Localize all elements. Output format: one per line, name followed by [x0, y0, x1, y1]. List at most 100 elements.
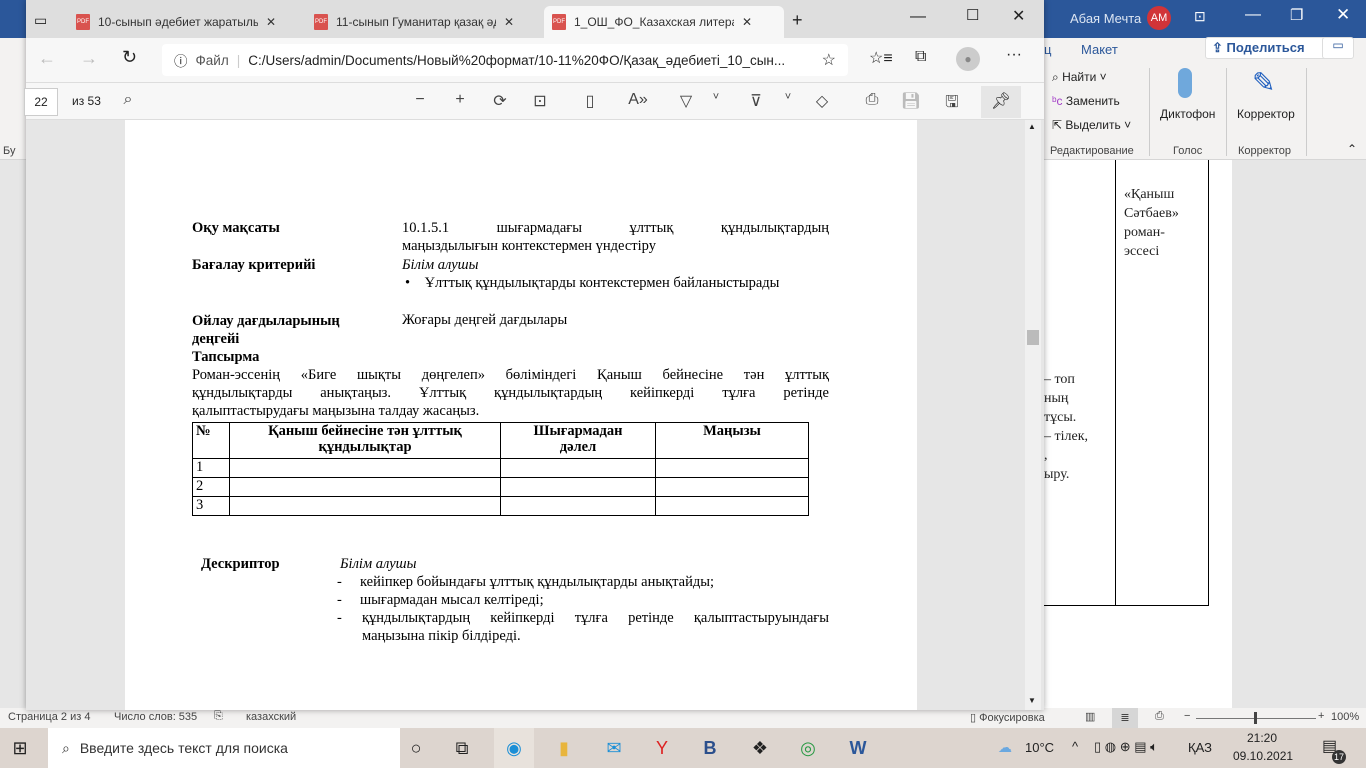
close-tab-icon[interactable]: ✕	[266, 15, 276, 29]
weather-temp[interactable]: 10°C	[1025, 740, 1054, 755]
cortana-icon[interactable]: ○	[396, 728, 436, 768]
close-tab-icon[interactable]: ✕	[504, 15, 514, 29]
favorites-icon[interactable]: ☆≡	[869, 48, 893, 68]
taskbar: ⊞ ⌕ Введите здесь текст для поиска ○ ⧉ ◉ …	[0, 728, 1366, 768]
tab-actions-icon[interactable]: ▭	[34, 12, 47, 29]
zoom-in-icon[interactable]: +	[448, 91, 472, 109]
restore-button[interactable]: ❐	[1290, 6, 1303, 24]
scrollbar-thumb[interactable]	[1027, 330, 1039, 345]
page-count[interactable]: Страница 2 из 4	[8, 711, 90, 723]
more-menu-icon[interactable]: ···	[1006, 46, 1022, 64]
language[interactable]: казахский	[246, 711, 296, 723]
draw-dropdown-icon[interactable]: ˅	[704, 91, 728, 103]
goal-line-1: 10.1.5.1 шығармадағы ұлттық құндылықтард…	[402, 220, 829, 236]
close-button[interactable]: ✕	[1336, 5, 1350, 25]
zoom-in[interactable]: +	[1318, 710, 1324, 722]
scroll-down-arrow[interactable]: ▼	[1028, 696, 1036, 705]
vertical-scrollbar[interactable]: ▲ ▼	[1025, 120, 1041, 710]
ribbon-display-icon[interactable]: ⊡	[1194, 8, 1206, 25]
scroll-up-arrow[interactable]: ▲	[1028, 122, 1036, 131]
zoom-level[interactable]: 100%	[1331, 711, 1359, 723]
clock-date[interactable]: 09.10.2021	[1233, 749, 1293, 763]
page-number-input[interactable]: 22	[24, 88, 58, 116]
yandex-icon[interactable]: Y	[642, 728, 682, 768]
pdf-page: Оқу мақсаты 10.1.5.1 шығармадағы ұлттық …	[125, 120, 917, 710]
input-language[interactable]: ҚАЗ	[1188, 740, 1212, 755]
close-tab-icon[interactable]: ✕	[742, 15, 752, 29]
refresh-button[interactable]: ↻	[122, 47, 137, 68]
save-icon[interactable]: 💾︎	[899, 91, 923, 111]
draw-icon[interactable]: ▽	[674, 91, 698, 111]
tab-partial[interactable]: ц	[1044, 42, 1051, 57]
word-count[interactable]: Число слов: 535	[114, 711, 197, 723]
profile-avatar[interactable]: ●	[956, 47, 980, 71]
collections-icon[interactable]: ⧉	[915, 48, 926, 66]
weather-icon[interactable]: ☁	[998, 739, 1012, 756]
address-row: ← → ↻ ⓘ Файл | C:/Users/admin/Documents/…	[26, 38, 1044, 82]
editing-group-label: Редактирование	[1050, 145, 1134, 157]
tab-1[interactable]: PDF 10-сынып әдебиет жаратылыст ✕	[68, 6, 284, 38]
highlight-dropdown-icon[interactable]: ˅	[776, 91, 800, 103]
chrome-icon[interactable]: ◎	[788, 728, 828, 768]
task-view-icon[interactable]: ⧉	[442, 728, 482, 768]
descriptor-item: - кейіпкер бойындағы ұлттық құндылықтард…	[337, 574, 715, 590]
pin-toolbar-button[interactable]: 📌︎	[981, 86, 1021, 118]
minimize-button[interactable]: —	[910, 8, 926, 26]
search-box[interactable]: ⌕ Введите здесь текст для поиска	[48, 728, 400, 768]
close-window-button[interactable]: ✕	[1012, 6, 1025, 26]
fit-page-icon[interactable]: ⊡	[528, 91, 552, 111]
search-icon[interactable]: ⌕	[116, 91, 140, 109]
zoom-out-icon[interactable]: −	[408, 91, 432, 109]
collapse-ribbon-icon[interactable]: ⌃	[1347, 142, 1357, 156]
word-app-icon[interactable]: W	[838, 728, 878, 768]
address-bar[interactable]: ⓘ Файл | C:/Users/admin/Documents/Новый%…	[162, 44, 848, 76]
new-tab-button[interactable]: +	[792, 10, 803, 31]
comments-button[interactable]: ▭	[1322, 37, 1354, 59]
add-favorite-icon[interactable]: ☆	[822, 50, 836, 70]
print-icon[interactable]: ⎙	[860, 91, 884, 109]
highlight-icon[interactable]: ⊽	[744, 91, 768, 111]
edge-app-icon[interactable]: ◉	[494, 728, 534, 768]
proofing-icon[interactable]: ⎘	[214, 710, 223, 723]
zoom-slider-thumb[interactable]	[1254, 712, 1257, 724]
left-group-label-partial: Бу	[3, 145, 16, 157]
tray-expand-icon[interactable]: ^	[1072, 739, 1078, 754]
maximize-button[interactable]: ☐	[966, 6, 979, 24]
editor-button[interactable]: Корректор	[1237, 107, 1295, 121]
mail-icon[interactable]: ✉	[594, 728, 634, 768]
back-button[interactable]: ←	[38, 48, 56, 69]
eraser-icon[interactable]: ◇	[810, 91, 834, 111]
info-icon[interactable]: ⓘ	[174, 50, 188, 70]
table-row: 1	[192, 458, 809, 478]
select-button[interactable]: ⇱ Выделить ˅	[1052, 118, 1131, 132]
share-icon: ⇪	[1212, 40, 1227, 55]
minimize-button[interactable]: —	[1245, 6, 1261, 24]
dropbox-icon[interactable]: ❖	[740, 728, 780, 768]
read-mode-icon[interactable]: ▥	[1085, 710, 1095, 723]
tray-icons[interactable]: ▯ ◍ ⊕ ▤ 🔈︎	[1094, 739, 1158, 755]
start-button[interactable]: ⊞	[0, 728, 40, 768]
share-button[interactable]: ⇪ Поделиться	[1205, 37, 1339, 59]
save-as-icon[interactable]: 🖫	[940, 91, 964, 118]
tab-layout[interactable]: Макет	[1081, 42, 1118, 57]
web-layout-icon[interactable]: ⎙	[1155, 710, 1164, 723]
forward-button[interactable]: →	[80, 48, 98, 69]
tab-active[interactable]: PDF1_ОШ_ФО_Казахская литератур✕	[544, 6, 784, 38]
dictate-button[interactable]: Диктофон	[1160, 107, 1215, 121]
task-line-1: Роман-эссенің «Биге шықты дөңгелеп» бөлі…	[192, 367, 829, 383]
replace-button[interactable]: ᵇc Заменить	[1052, 94, 1120, 108]
rotate-icon[interactable]: ⟳	[488, 91, 512, 111]
url-text[interactable]: C:/Users/admin/Documents/Новый%20формат/…	[248, 53, 785, 68]
file-explorer-icon[interactable]: ▮	[544, 728, 584, 768]
page-view-icon[interactable]: ▯	[578, 91, 602, 111]
avatar[interactable]: АМ	[1147, 6, 1171, 30]
zoom-out[interactable]: −	[1184, 710, 1190, 722]
tab-2[interactable]: PDF 11-сынып Гуманитар қазақ әде ✕	[306, 6, 522, 38]
print-layout-icon[interactable]: ≣	[1112, 708, 1138, 728]
voice-group-label: Голос	[1173, 145, 1203, 157]
clock-time[interactable]: 21:20	[1247, 731, 1277, 745]
focus-button[interactable]: ▯ Фокусировка	[970, 711, 1045, 724]
find-button[interactable]: ⌕ Найти ˅	[1052, 70, 1107, 85]
vk-app-icon[interactable]: B	[690, 728, 730, 768]
read-aloud-icon[interactable]: A»	[626, 91, 650, 109]
